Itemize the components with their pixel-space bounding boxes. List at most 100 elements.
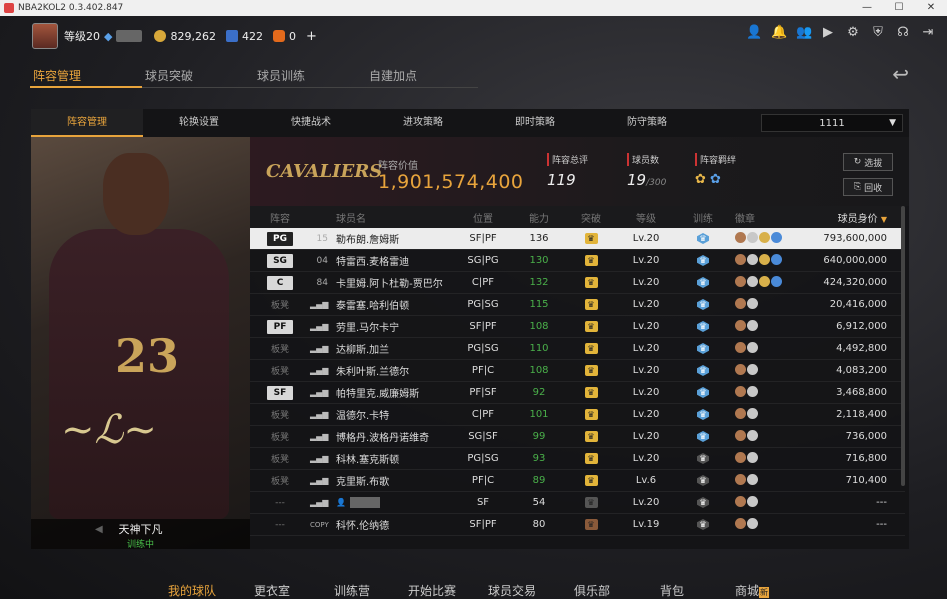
player-name[interactable]: 达柳斯.加兰	[336, 345, 389, 356]
subtab-defense[interactable]: 防守策略	[591, 109, 703, 137]
player-name[interactable]: 帕特里克.威廉姆斯	[336, 389, 419, 400]
tab-player-breakthrough[interactable]: 球员突破	[142, 62, 254, 88]
col-level[interactable]: 等级	[613, 210, 679, 225]
col-value[interactable]: 球员身价 ▼	[799, 210, 899, 225]
training-icon[interactable]: ♛	[697, 277, 709, 288]
breakthrough-icon[interactable]: ♛	[584, 299, 598, 310]
slot-bench[interactable]: 板凳	[271, 411, 289, 421]
training-icon[interactable]: ♛	[697, 321, 709, 332]
minimize-icon[interactable]: —	[851, 0, 883, 16]
tab-custom-points[interactable]: 自建加点	[366, 62, 478, 88]
nav-shop[interactable]: 商城新	[712, 582, 792, 599]
nav-locker-room[interactable]: 更衣室	[232, 582, 312, 599]
slot-bench[interactable]: 板凳	[271, 477, 289, 487]
lineup-select[interactable]: 1111 ▼	[761, 114, 903, 132]
table-row[interactable]: C 84 卡里姆.阿卜杜勒-贾巴尔 C|PF 132 ♛ Lv.20 ♛ 424…	[250, 272, 905, 294]
training-icon[interactable]: ♛	[697, 519, 709, 530]
table-row[interactable]: SF ▂▄▆ 帕特里克.威廉姆斯 PF|SF 92 ♛ Lv.20 ♛ 3,46…	[250, 382, 905, 404]
player-name[interactable]: 克里斯.布歌	[336, 477, 389, 488]
add-currency-button[interactable]: +	[306, 29, 317, 44]
profile-icon[interactable]: 👤	[746, 26, 762, 40]
training-icon[interactable]: ♛	[697, 233, 709, 244]
subtab-instant[interactable]: 即时策略	[479, 109, 591, 137]
table-row[interactable]: PF ▂▄▆ 劳里.马尔卡宁 SF|PF 108 ♛ Lv.20 ♛ 6,912…	[250, 316, 905, 338]
col-name[interactable]: 球员名	[332, 210, 457, 225]
video-icon[interactable]: ▶	[821, 26, 835, 40]
badges-cell[interactable]	[727, 517, 799, 532]
breakthrough-icon[interactable]: ♛	[584, 431, 598, 442]
recycle-button[interactable]: ⎘ 回收	[843, 178, 893, 196]
slot-badge[interactable]: PG	[267, 231, 293, 246]
slot-bench[interactable]: ---	[275, 498, 285, 508]
col-position[interactable]: 位置	[457, 210, 509, 225]
badges-cell[interactable]	[727, 319, 799, 334]
breakthrough-icon[interactable]: ♛	[584, 321, 598, 332]
badges-cell[interactable]	[727, 429, 799, 444]
nav-training-camp[interactable]: 训练营	[312, 582, 392, 599]
bond-blue-icon[interactable]: ✿	[710, 172, 721, 187]
nav-start-game[interactable]: 开始比赛	[392, 582, 472, 599]
training-icon[interactable]: ♛	[697, 255, 709, 266]
training-icon[interactable]: ♛	[697, 453, 709, 464]
breakthrough-icon[interactable]: ♛	[584, 233, 598, 244]
training-icon[interactable]: ♛	[697, 365, 709, 376]
badges-cell[interactable]	[727, 473, 799, 488]
player-name[interactable]: 科林.塞克斯顿	[336, 455, 399, 466]
slot-badge[interactable]: C	[267, 275, 293, 290]
col-breakthrough[interactable]: 突破	[569, 210, 613, 225]
training-icon[interactable]: ♛	[697, 299, 709, 310]
breakthrough-icon[interactable]: ♛	[584, 255, 598, 266]
table-row[interactable]: 板凳 ▂▄▆ 朱利叶斯.兰德尔 PF|C 108 ♛ Lv.20 ♛ 4,083…	[250, 360, 905, 382]
breakthrough-icon[interactable]: ♛	[584, 409, 598, 420]
badges-cell[interactable]	[727, 231, 799, 246]
training-icon[interactable]: ♛	[697, 431, 709, 442]
training-icon[interactable]: ♛	[697, 475, 709, 486]
player-name[interactable]: 温德尔.卡特	[336, 411, 389, 422]
badges-cell[interactable]	[727, 451, 799, 466]
shield-icon[interactable]: ⛨	[871, 26, 885, 40]
subtab-offense[interactable]: 进攻策略	[367, 109, 479, 137]
table-row[interactable]: PG 15 勒布朗.詹姆斯 SF|PF 136 ♛ Lv.20 ♛ 793,60…	[250, 228, 905, 250]
badges-cell[interactable]	[727, 407, 799, 422]
breakthrough-icon[interactable]: ♛	[584, 519, 598, 530]
friends-icon[interactable]: 👥	[796, 26, 812, 40]
col-badges[interactable]: 徽章	[727, 210, 799, 225]
bond-gold-icon[interactable]: ✿	[695, 172, 706, 187]
badges-cell[interactable]	[727, 363, 799, 378]
slot-bench[interactable]: 板凳	[271, 301, 289, 311]
slot-badge[interactable]: SG	[267, 253, 293, 268]
nav-trade[interactable]: 球员交易	[472, 582, 552, 599]
badges-cell[interactable]	[727, 341, 799, 356]
scrollbar[interactable]	[901, 206, 905, 486]
slot-bench[interactable]: 板凳	[271, 367, 289, 377]
breakthrough-icon[interactable]: ♛	[584, 365, 598, 376]
training-icon[interactable]: ♛	[697, 387, 709, 398]
nav-club[interactable]: 俱乐部	[552, 582, 632, 599]
tab-lineup-management[interactable]: 阵容管理	[30, 62, 142, 88]
breakthrough-icon[interactable]: ♛	[584, 277, 598, 288]
table-row[interactable]: 板凳 ▂▄▆ 泰雷塞.哈利伯顿 PG|SG 115 ♛ Lv.20 ♛ 20,4…	[250, 294, 905, 316]
player-name[interactable]: 劳里.马尔卡宁	[336, 323, 399, 334]
close-icon[interactable]: ✕	[915, 0, 947, 16]
back-arrow-icon[interactable]: ↩	[892, 62, 909, 86]
badges-cell[interactable]	[727, 297, 799, 312]
breakthrough-icon[interactable]: ♛	[584, 497, 598, 508]
table-row[interactable]: SG 04 特雷西.麦格雷迪 SG|PG 130 ♛ Lv.20 ♛ 640,0…	[250, 250, 905, 272]
badges-cell[interactable]	[727, 495, 799, 510]
nav-my-team[interactable]: 我的球队	[152, 582, 232, 599]
training-icon[interactable]: ♛	[697, 497, 709, 508]
player-name[interactable]: 博格丹.波格丹诺维奇	[336, 433, 429, 444]
player-name[interactable]: 勒布朗.詹姆斯	[336, 235, 399, 246]
training-icon[interactable]: ♛	[697, 343, 709, 354]
subtab-lineup[interactable]: 阵容管理	[31, 109, 143, 137]
table-row[interactable]: --- ▂▄▆ 👤 SF 54 ♛ Lv.20 ♛ ---	[250, 492, 905, 514]
slot-badge[interactable]: PF	[267, 319, 293, 334]
slot-bench[interactable]: 板凳	[271, 433, 289, 443]
breakthrough-icon[interactable]: ♛	[584, 387, 598, 398]
col-lineup[interactable]: 阵容	[250, 210, 310, 225]
badges-cell[interactable]	[727, 385, 799, 400]
badges-cell[interactable]	[727, 275, 799, 290]
subtab-rotation[interactable]: 轮换设置	[143, 109, 255, 137]
player-name[interactable]: 特雷西.麦格雷迪	[336, 257, 409, 268]
table-row[interactable]: 板凳 ▂▄▆ 温德尔.卡特 C|PF 101 ♛ Lv.20 ♛ 2,118,4…	[250, 404, 905, 426]
